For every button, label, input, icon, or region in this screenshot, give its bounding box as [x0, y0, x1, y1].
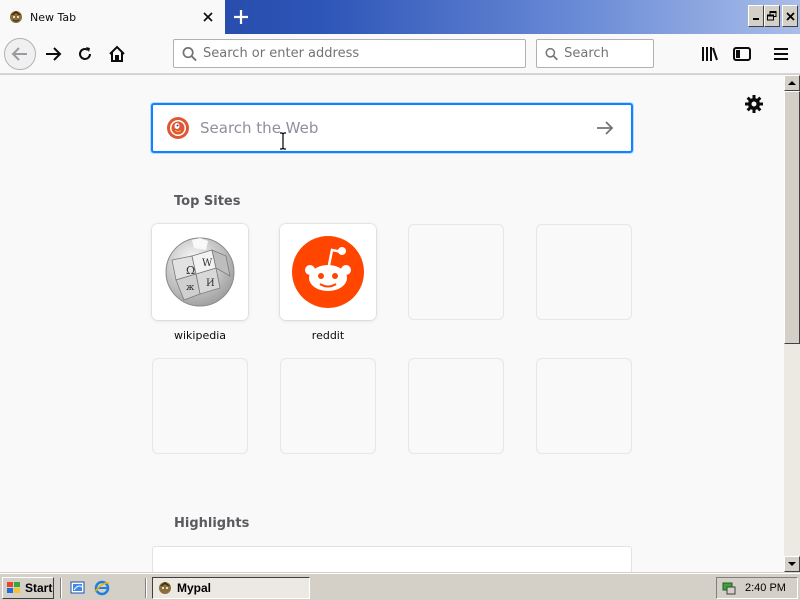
start-label: Start [25, 581, 53, 595]
home-icon [109, 45, 125, 62]
reddit-icon [292, 236, 364, 308]
network-icon[interactable] [721, 580, 737, 596]
svg-text:И: И [206, 278, 215, 289]
tab-title: New Tab [30, 10, 77, 24]
address-input[interactable] [203, 46, 525, 61]
menu-button[interactable] [767, 40, 795, 68]
arrow-right-icon [597, 121, 614, 135]
svg-text:W: W [202, 258, 213, 269]
mypal-icon [8, 9, 24, 25]
top-site-tile-empty[interactable] [536, 224, 632, 320]
reload-button[interactable] [69, 38, 101, 70]
new-tab-page: Top Sites Ω W И ж wikipedia [0, 75, 784, 572]
restore-button[interactable] [764, 5, 780, 27]
web-search-input[interactable] [200, 119, 593, 137]
back-icon [11, 47, 27, 61]
forward-icon [46, 47, 62, 61]
task-label: Mypal [177, 581, 212, 595]
show-desktop-button[interactable] [69, 579, 87, 597]
library-icon [702, 47, 718, 61]
top-site-tile-empty[interactable] [152, 358, 248, 454]
top-site-tile-empty[interactable] [408, 358, 504, 454]
highlights-card[interactable] [152, 546, 632, 572]
system-tray: 2:40 PM [716, 577, 798, 599]
search-icon [545, 47, 558, 60]
minimize-icon [753, 18, 759, 20]
taskbar: Start Mypal 2:40 PM [0, 573, 800, 600]
text-cursor-icon [280, 132, 286, 150]
tab-new-tab[interactable]: New Tab [0, 0, 225, 34]
top-site-tile-empty[interactable] [280, 358, 376, 454]
scroll-down-button[interactable] [784, 556, 800, 572]
scroll-up-button[interactable] [784, 75, 800, 91]
vertical-scrollbar[interactable] [784, 75, 800, 572]
top-site-label-wikipedia[interactable]: wikipedia [152, 329, 248, 342]
settings-button[interactable] [744, 94, 764, 114]
navigation-toolbar [0, 34, 800, 74]
windows-logo-icon [7, 582, 20, 593]
search-submit-button[interactable] [593, 116, 617, 140]
desktop-icon [70, 581, 85, 594]
search-input[interactable] [564, 46, 653, 61]
reload-icon [79, 47, 91, 60]
svg-text:Ω: Ω [186, 264, 195, 277]
close-tab-icon[interactable] [199, 8, 217, 26]
address-bar[interactable] [173, 39, 526, 68]
highlights-title: Highlights [174, 516, 250, 531]
start-button[interactable]: Start [2, 577, 54, 599]
tab-strip: New Tab [0, 0, 800, 34]
clock[interactable]: 2:40 PM [745, 582, 786, 594]
mypal-icon [159, 582, 171, 594]
library-button[interactable] [696, 40, 724, 68]
duckduckgo-icon [167, 117, 189, 139]
back-button[interactable] [4, 38, 36, 70]
taskbar-separator [145, 578, 147, 598]
task-button-mypal[interactable]: Mypal [152, 577, 310, 599]
gear-icon [745, 95, 763, 113]
scroll-down-arrow-icon [788, 562, 796, 566]
top-site-tile-empty[interactable] [408, 224, 504, 320]
new-tab-button[interactable] [228, 4, 254, 30]
top-site-tile-empty[interactable] [536, 358, 632, 454]
scroll-thumb[interactable] [784, 91, 800, 344]
top-sites-title: Top Sites [174, 194, 241, 209]
forward-button[interactable] [37, 38, 69, 70]
restore-icon [767, 11, 777, 21]
search-bar[interactable] [536, 39, 654, 68]
top-site-tile-reddit[interactable] [280, 224, 376, 320]
taskbar-separator [60, 578, 62, 598]
scroll-up-arrow-icon [788, 81, 796, 85]
menu-icon [774, 48, 788, 60]
sidebar-icon [733, 47, 751, 61]
plus-icon [234, 10, 248, 24]
web-search-box[interactable] [151, 103, 633, 153]
top-site-label-reddit[interactable]: reddit [280, 329, 376, 342]
close-icon [785, 11, 795, 21]
top-site-tile-wikipedia[interactable]: Ω W И ж [152, 224, 248, 320]
internet-explorer-icon [94, 580, 110, 596]
close-window-button[interactable] [782, 5, 798, 27]
minimize-button[interactable] [748, 5, 764, 27]
search-icon [182, 46, 197, 61]
home-button[interactable] [101, 38, 133, 70]
internet-explorer-button[interactable] [93, 579, 111, 597]
wikipedia-icon: Ω W И ж [165, 237, 235, 307]
svg-text:ж: ж [186, 283, 195, 293]
sidebar-button[interactable] [728, 40, 756, 68]
